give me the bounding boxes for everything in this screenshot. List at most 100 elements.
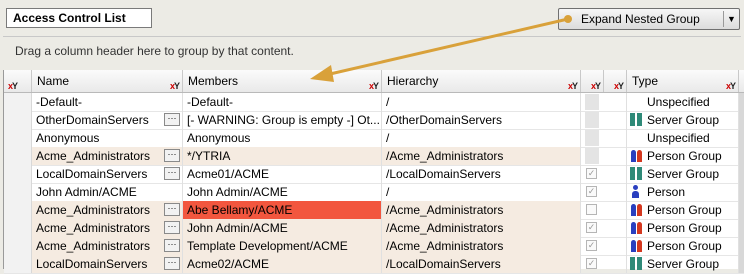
cell-type[interactable]: Server Group (627, 255, 739, 273)
column-header-check-2[interactable]: xY (604, 70, 627, 92)
cell-name[interactable]: OtherDomainServers ··· (32, 111, 183, 129)
row-selector[interactable] (4, 183, 32, 201)
cell-type[interactable]: Person Group (627, 219, 739, 237)
checkbox[interactable]: ✓ (586, 240, 597, 251)
ellipsis-button[interactable]: ··· (164, 149, 180, 162)
column-header-members[interactable]: Members xY (183, 70, 382, 92)
ellipsis-button[interactable]: ··· (164, 257, 180, 270)
cell-members[interactable]: Acme02/ACME (183, 255, 382, 273)
row-selector[interactable] (4, 165, 32, 183)
cell-hierarchy[interactable]: /Acme_Administrators (382, 201, 581, 219)
cell-members[interactable]: Abe Bellamy/ACME (183, 201, 382, 219)
cell-type[interactable]: Person Group (627, 147, 739, 165)
row-selector[interactable] (4, 201, 32, 219)
cell-type-text: Unspecified (647, 131, 710, 145)
checkbox[interactable]: ✓ (586, 168, 597, 179)
row-selector[interactable] (4, 111, 32, 129)
ellipsis-button[interactable]: ··· (164, 239, 180, 252)
cell-members[interactable]: Anonymous (183, 129, 382, 147)
cell-name-text: Acme_Administrators (36, 239, 151, 253)
cell-hierarchy[interactable]: /OtherDomainServers (382, 111, 581, 129)
cell-check: ✓ (581, 183, 627, 201)
cell-hierarchy[interactable]: /LocalDomainServers (382, 255, 581, 273)
row-selector[interactable] (4, 93, 32, 111)
row-selector[interactable] (4, 219, 32, 237)
cell-type[interactable]: Unspecified (627, 129, 739, 147)
clear-filters-header[interactable]: xY (4, 70, 32, 92)
column-header-name[interactable]: Name xY (32, 70, 183, 92)
cell-type[interactable]: Person Group (627, 237, 739, 255)
cell-hierarchy[interactable]: /Acme_Administrators (382, 147, 581, 165)
cell-check (581, 201, 627, 219)
column-header-check[interactable]: xY (581, 70, 604, 92)
cell-name[interactable]: Acme_Administrators ··· (32, 219, 183, 237)
cell-members[interactable]: */YTRIA (183, 147, 382, 165)
cell-name[interactable]: LocalDomainServers ··· (32, 165, 183, 183)
row-selector[interactable] (4, 129, 32, 147)
cell-members[interactable]: Acme01/ACME (183, 165, 382, 183)
column-header-hierarchy[interactable]: Hierarchy xY (382, 70, 581, 92)
cell-hierarchy[interactable]: /Acme_Administrators (382, 237, 581, 255)
cell-more (739, 147, 744, 165)
table-row[interactable]: -Default- -Default- / Unspecified (4, 93, 744, 112)
cell-name[interactable]: LocalDomainServers ··· (32, 255, 183, 273)
grid-header: xY Name xY Members xY Hierarchy xY xY xY… (4, 70, 744, 93)
expand-nested-group-button[interactable]: Expand Nested Group ▼ (558, 8, 740, 30)
cell-type[interactable]: Server Group (627, 111, 739, 129)
blank-icon (630, 131, 644, 144)
cell-hierarchy[interactable]: /LocalDomainServers (382, 165, 581, 183)
dropdown-arrow-icon[interactable]: ▼ (727, 9, 736, 29)
cell-type-text: Person Group (647, 149, 722, 163)
cell-type[interactable]: Person (627, 183, 739, 201)
ellipsis-button[interactable]: ··· (164, 203, 180, 216)
table-row[interactable]: Acme_Administrators ··· Abe Bellamy/ACME/A… (4, 201, 744, 220)
cell-hierarchy[interactable]: / (382, 93, 581, 111)
cell-members[interactable]: [- WARNING: Group is empty -] Ot... (183, 111, 382, 129)
cell-type-text: Server Group (647, 167, 720, 181)
cell-members[interactable]: John Admin/ACME (183, 219, 382, 237)
table-row[interactable]: Acme_Administrators ··· Template Developme… (4, 237, 744, 256)
cell-members[interactable]: -Default- (183, 93, 382, 111)
table-row[interactable]: OtherDomainServers ··· [- WARNING: Group i… (4, 111, 744, 130)
cell-name-text: Anonymous (36, 131, 100, 145)
checkbox[interactable]: ✓ (586, 222, 597, 233)
column-header-type[interactable]: Type xY (627, 70, 739, 92)
ellipsis-button[interactable]: ··· (164, 167, 180, 180)
row-selector[interactable] (4, 255, 32, 273)
cell-members[interactable]: Template Development/ACME (183, 237, 382, 255)
checkbox[interactable]: ✓ (586, 186, 597, 197)
cell-name[interactable]: Acme_Administrators ··· (32, 237, 183, 255)
cell-type[interactable]: Person Group (627, 201, 739, 219)
cell-check: ✓ (581, 255, 627, 273)
cell-more (739, 93, 744, 111)
cell-members[interactable]: John Admin/ACME (183, 183, 382, 201)
cell-type[interactable]: Unspecified (627, 93, 739, 111)
cell-name[interactable]: Acme_Administrators ··· (32, 147, 183, 165)
table-row[interactable]: Anonymous Anonymous / Unspecified (4, 129, 744, 148)
table-row[interactable]: LocalDomainServers ··· Acme01/ACME/LocalDo… (4, 165, 744, 184)
cell-name[interactable]: Acme_Administrators ··· (32, 201, 183, 219)
cell-name[interactable]: John Admin/ACME (32, 183, 183, 201)
cell-more (739, 111, 744, 129)
row-selector[interactable] (4, 237, 32, 255)
table-row[interactable]: John Admin/ACME John Admin/ACME / ✓ Person (4, 183, 744, 202)
cell-name[interactable]: Anonymous (32, 129, 183, 147)
row-selector[interactable] (4, 147, 32, 165)
cell-hierarchy[interactable]: /Acme_Administrators (382, 219, 581, 237)
cell-name[interactable]: -Default- (32, 93, 183, 111)
cell-type[interactable]: Server Group (627, 165, 739, 183)
cell-hierarchy[interactable]: / (382, 129, 581, 147)
table-row[interactable]: LocalDomainServers ··· Acme02/ACME/LocalDo… (4, 255, 744, 274)
checkbox[interactable] (586, 204, 597, 215)
cell-name-text: OtherDomainServers (36, 113, 149, 127)
ellipsis-button[interactable]: ··· (164, 113, 180, 126)
ellipsis-button[interactable]: ··· (164, 221, 180, 234)
table-row[interactable]: Acme_Administrators ··· */YTRIA/Acme_Admin… (4, 147, 744, 166)
tab-access-control-list[interactable]: Access Control List (6, 8, 152, 28)
checkbox[interactable]: ✓ (586, 258, 597, 269)
person-group-icon (630, 203, 644, 216)
group-by-panel[interactable]: Drag a column header here to group by th… (3, 36, 741, 69)
cell-name-text: John Admin/ACME (36, 185, 137, 199)
table-row[interactable]: Acme_Administrators ··· John Admin/ACME/Ac… (4, 219, 744, 238)
cell-hierarchy[interactable]: / (382, 183, 581, 201)
